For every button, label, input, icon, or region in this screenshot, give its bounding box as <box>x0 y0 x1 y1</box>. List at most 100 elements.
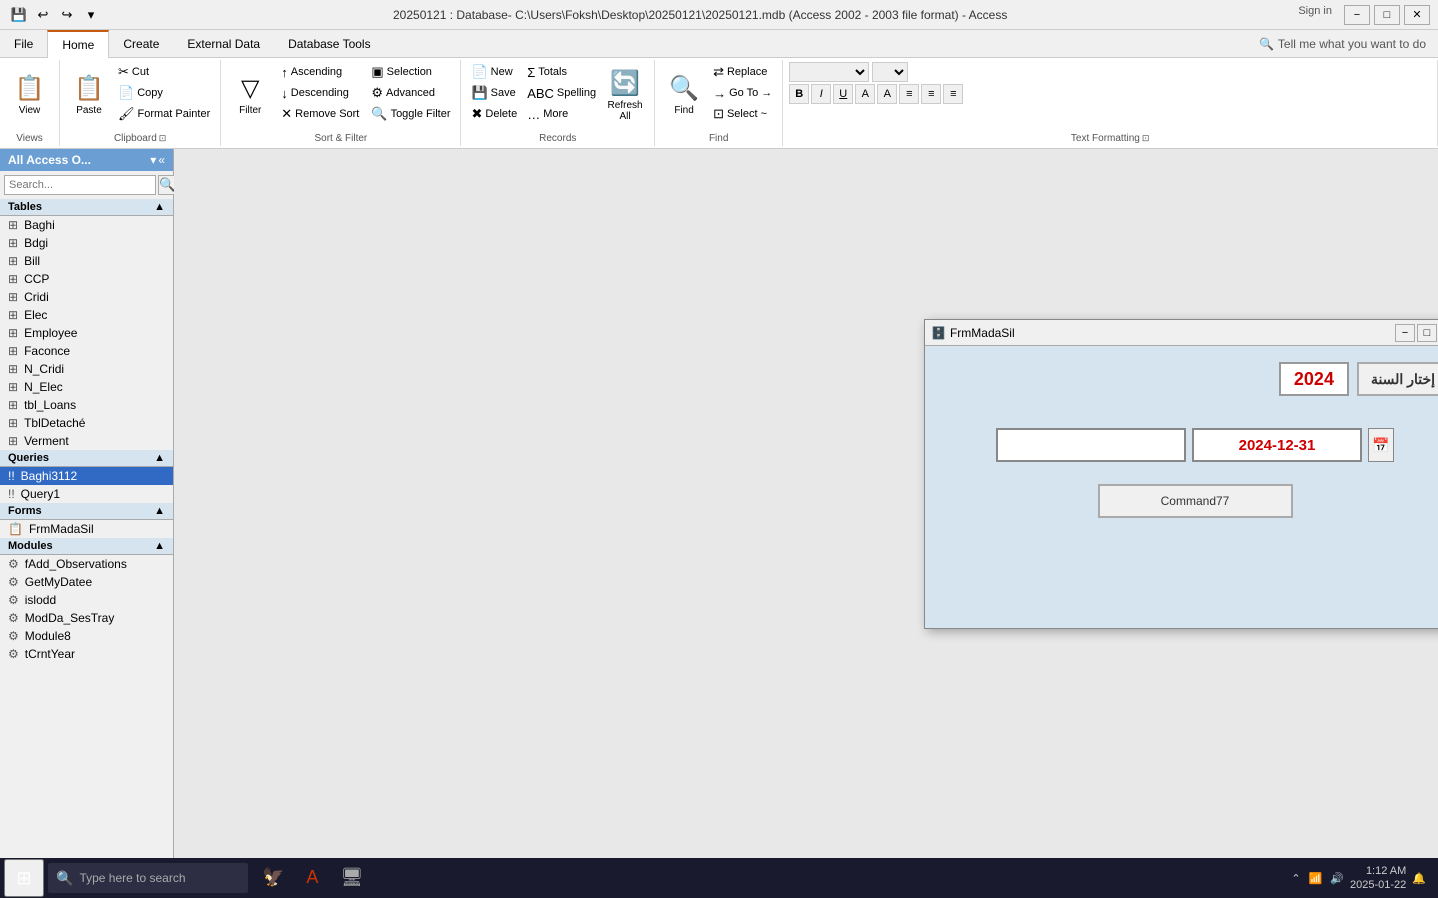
totals-button[interactable]: Σ Totals <box>523 62 600 82</box>
dialog-maximize-btn[interactable]: □ <box>1417 324 1437 342</box>
descending-button[interactable]: ↓ Descending <box>277 83 363 103</box>
sign-in-link[interactable]: Sign in <box>1298 5 1332 25</box>
nav-item-bdgi[interactable]: ⊞Bdgi <box>0 234 173 252</box>
nav-item-tcrntyr[interactable]: ⚙tCrntYear <box>0 645 173 663</box>
form-icon: 📋 <box>8 522 23 536</box>
taskbar-search-bar[interactable]: 🔍 Type here to search <box>48 863 248 893</box>
nav-item-baghi3112[interactable]: !!Baghi3112 <box>0 467 173 485</box>
search-input[interactable] <box>4 175 156 195</box>
modules-collapse-btn[interactable]: ▲ <box>154 540 165 552</box>
minimize-btn[interactable]: − <box>1344 5 1370 25</box>
tray-expand-icon[interactable]: ⌃ <box>1291 872 1300 885</box>
delete-button[interactable]: ✖ Delete <box>467 104 521 124</box>
font-size-select[interactable] <box>872 62 908 82</box>
select-year-button[interactable]: إختار السنة <box>1357 362 1438 396</box>
nav-item-baghi[interactable]: ⊞Baghi <box>0 216 173 234</box>
forms-collapse-btn[interactable]: ▲ <box>154 505 165 517</box>
queries-collapse-btn[interactable]: ▲ <box>154 452 165 464</box>
find-button[interactable]: 🔍 Find <box>661 62 707 128</box>
modules-label: Modules <box>8 540 53 552</box>
view-button[interactable]: 📋 View <box>7 62 53 128</box>
nav-item-fadd[interactable]: ⚙fAdd_Observations <box>0 555 173 573</box>
nav-item-getmydatee[interactable]: ⚙GetMyDatee <box>0 573 173 591</box>
tab-create[interactable]: Create <box>109 30 173 57</box>
replace-button[interactable]: ⇄ Replace <box>709 62 776 82</box>
clock-date: 2025-01-22 <box>1350 878 1406 892</box>
selection-button[interactable]: ▣ Selection <box>367 62 454 82</box>
color-btn[interactable]: A <box>877 84 897 104</box>
refresh-all-button[interactable]: 🔄 Refresh All <box>602 62 648 128</box>
nav-item-nelec[interactable]: ⊞N_Elec <box>0 378 173 396</box>
nav-item-bill[interactable]: ⊞Bill <box>0 252 173 270</box>
tell-me-bar[interactable]: 🔍 Tell me what you want to do <box>1247 30 1438 57</box>
filter-label: Filter <box>239 105 261 116</box>
new-button[interactable]: 📄 New <box>467 62 521 82</box>
nav-item-employee[interactable]: ⊞Employee <box>0 324 173 342</box>
paste-button[interactable]: 📋 Paste <box>66 62 112 128</box>
taskbar-item-access[interactable]: A <box>296 859 328 897</box>
tab-database-tools[interactable]: Database Tools <box>274 30 385 57</box>
align-right-btn[interactable]: ≡ <box>943 84 963 104</box>
highlight-btn[interactable]: A <box>855 84 875 104</box>
advanced-button[interactable]: ⚙ Advanced <box>367 83 454 103</box>
nav-collapse-btn[interactable]: « <box>158 153 165 167</box>
filter-button[interactable]: ▽ Filter <box>227 62 273 128</box>
underline-button[interactable]: U <box>833 84 853 104</box>
filter-small-btns: ▣ Selection ⚙ Advanced 🔍 Toggle Filter <box>367 62 454 124</box>
dialog-minimize-btn[interactable]: − <box>1395 324 1415 342</box>
ascending-button[interactable]: ↑ Ascending <box>277 62 363 82</box>
italic-button[interactable]: I <box>811 84 831 104</box>
tab-external-data[interactable]: External Data <box>173 30 274 57</box>
text-field-1[interactable] <box>996 428 1186 462</box>
date-field[interactable] <box>1192 428 1362 462</box>
font-family-select[interactable] <box>789 62 869 82</box>
nav-item-ncridi[interactable]: ⊞N_Cridi <box>0 360 173 378</box>
align-left-btn[interactable]: ≡ <box>899 84 919 104</box>
taskbar-item-browser[interactable]: 🦅 <box>252 859 294 897</box>
nav-item-cridi[interactable]: ⊞Cridi <box>0 288 173 306</box>
spelling-button[interactable]: ABC Spelling <box>523 83 600 103</box>
nav-item-frmmadas5il[interactable]: 📋FrmMadaSil <box>0 520 173 538</box>
toggle-filter-button[interactable]: 🔍 Toggle Filter <box>367 104 454 124</box>
notification-btn[interactable]: 🔔 <box>1412 872 1426 885</box>
calendar-button[interactable]: 📅 <box>1368 428 1394 462</box>
qa-dropdown-btn[interactable]: ▾ <box>80 4 102 26</box>
undo-btn[interactable]: ↩ <box>32 4 54 26</box>
nav-item-elec[interactable]: ⊞Elec <box>0 306 173 324</box>
tab-file[interactable]: File <box>0 30 47 57</box>
year-input[interactable] <box>1279 362 1349 396</box>
redo-btn[interactable]: ↪ <box>56 4 78 26</box>
taskbar-item-monitor[interactable]: 🖥 <box>330 859 373 897</box>
nav-item-query1[interactable]: !!Query1 <box>0 485 173 503</box>
nav-item-verment[interactable]: ⊞Verment <box>0 432 173 450</box>
save-quick-btn[interactable]: 💾 <box>8 4 30 26</box>
bold-button[interactable]: B <box>789 84 809 104</box>
tables-collapse-btn[interactable]: ▲ <box>154 201 165 213</box>
start-button[interactable]: ⊞ <box>4 859 44 897</box>
align-center-btn[interactable]: ≡ <box>921 84 941 104</box>
select-button[interactable]: ⊡ Select ~ <box>709 104 776 124</box>
nav-item-faconce[interactable]: ⊞Faconce <box>0 342 173 360</box>
text-format-dialog-btn[interactable]: ⊡ <box>1142 133 1150 144</box>
nav-item-islodd[interactable]: ⚙islodd <box>0 591 173 609</box>
save-record-button[interactable]: 💾 Save <box>467 83 521 103</box>
close-btn[interactable]: ✕ <box>1404 5 1430 25</box>
nav-item-tblloans[interactable]: ⊞tbl_Loans <box>0 396 173 414</box>
format-painter-button[interactable]: 🖌 Format Painter <box>114 104 214 124</box>
copy-button[interactable]: 📄 Copy <box>114 83 214 103</box>
clipboard-items: 📋 Paste ✂ Cut 📄 Copy 🖌 Format Painter <box>66 62 214 131</box>
nav-item-tbldetache[interactable]: ⊞TblDetaché <box>0 414 173 432</box>
nav-chevron-btn[interactable]: ▾ <box>150 153 156 167</box>
nav-item-modda[interactable]: ⚙ModDa_SesTray <box>0 609 173 627</box>
tab-home[interactable]: Home <box>47 30 109 58</box>
cut-button[interactable]: ✂ Cut <box>114 62 214 82</box>
nav-item-module8[interactable]: ⚙Module8 <box>0 627 173 645</box>
taskbar-items: 🦅 A 🖥 <box>252 859 1287 897</box>
maximize-btn[interactable]: □ <box>1374 5 1400 25</box>
nav-item-ccp[interactable]: ⊞CCP <box>0 270 173 288</box>
more-button[interactable]: … More <box>523 104 600 124</box>
clipboard-dialog-btn[interactable]: ⊡ <box>159 133 167 144</box>
remove-sort-button[interactable]: ✕ Remove Sort <box>277 104 363 124</box>
command77-button[interactable]: Command77 <box>1098 484 1293 518</box>
goto-button[interactable]: → Go To → <box>709 83 776 103</box>
